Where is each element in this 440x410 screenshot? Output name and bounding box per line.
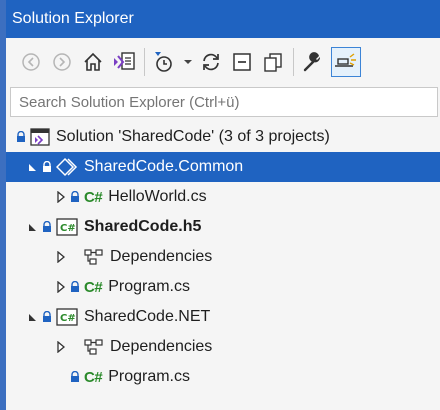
- lock-icon: [40, 221, 54, 233]
- dependencies-icon: [84, 249, 104, 265]
- tree-label: SharedCode.Common: [84, 158, 244, 175]
- tree-label: Program.cs: [108, 278, 190, 295]
- dependencies-icon: [84, 339, 104, 355]
- tree-label: Dependencies: [110, 338, 213, 355]
- forward-button[interactable]: [49, 47, 75, 77]
- tree-row-sharedcode-net[interactable]: C# SharedCode.NET: [6, 302, 440, 332]
- svg-text:C#: C#: [60, 313, 76, 324]
- tree-label: HelloWorld.cs: [108, 188, 207, 205]
- pending-changes-filter-icon: [155, 52, 172, 72]
- toolbar: [6, 42, 440, 82]
- toolbar-separator: [293, 48, 294, 76]
- lock-icon: [68, 281, 82, 293]
- tree-label: Dependencies: [110, 248, 213, 265]
- switch-views-icon: [114, 52, 135, 70]
- pending-changes-filter-button[interactable]: [151, 47, 177, 77]
- forward-icon: [53, 53, 71, 71]
- expand-arrow-icon[interactable]: [26, 312, 40, 322]
- expand-arrow-icon[interactable]: [26, 162, 40, 172]
- expand-arrow-icon[interactable]: [54, 281, 68, 293]
- tree-row-helloworld-cs[interactable]: C# HelloWorld.cs: [6, 182, 440, 212]
- collapse-all-icon: [233, 53, 251, 71]
- sync-icon: [203, 53, 219, 71]
- show-all-files-button[interactable]: [260, 47, 286, 77]
- svg-text:C#: C#: [60, 223, 76, 234]
- expand-arrow-icon[interactable]: [26, 222, 40, 232]
- title-bar: Solution Explorer: [6, 0, 440, 38]
- filter-dropdown-button[interactable]: [182, 47, 194, 77]
- preview-selected-items-icon: [335, 53, 356, 67]
- csharp-file-icon: C#: [84, 278, 103, 296]
- tree-label: SharedCode.NET: [84, 308, 211, 325]
- dropdown-arrow-icon: [184, 60, 192, 64]
- lock-icon: [68, 191, 82, 203]
- lock-icon: [40, 311, 54, 323]
- expand-arrow-icon[interactable]: [54, 191, 68, 203]
- properties-wrench-icon: [303, 52, 321, 72]
- home-button[interactable]: [80, 47, 106, 77]
- expand-arrow-icon[interactable]: [54, 341, 68, 353]
- tree-row-net-dependencies[interactable]: Dependencies: [6, 332, 440, 362]
- search-input[interactable]: [10, 87, 438, 117]
- solution-explorer-window: Solution Explorer Search Solution Explor…: [0, 0, 440, 410]
- expand-arrow-icon[interactable]: [54, 251, 68, 263]
- csharp-file-icon: C#: [84, 188, 103, 206]
- tree-row-net-program-cs[interactable]: C# Program.cs: [6, 362, 440, 392]
- lock-icon: [68, 371, 82, 383]
- lock-icon: [40, 161, 54, 173]
- tree-row-solution[interactable]: Solution 'SharedCode' (3 of 3 projects): [6, 122, 440, 152]
- collapse-all-button[interactable]: [229, 47, 255, 77]
- home-icon: [84, 52, 102, 71]
- tree-row-sharedcode-h5[interactable]: C# SharedCode.h5: [6, 212, 440, 242]
- csharp-project-icon: C#: [56, 308, 78, 326]
- toolbar-separator: [144, 48, 145, 76]
- preview-selected-items-button[interactable]: [331, 47, 361, 77]
- csharp-file-icon: C#: [84, 368, 103, 386]
- solution-icon: [30, 128, 50, 146]
- shared-project-icon: [56, 157, 78, 177]
- properties-button[interactable]: [300, 47, 326, 77]
- csharp-project-icon: C#: [56, 218, 78, 236]
- tree-row-h5-dependencies[interactable]: Dependencies: [6, 242, 440, 272]
- switch-views-button[interactable]: [111, 47, 137, 77]
- tree-label: SharedCode.h5: [84, 218, 202, 235]
- tree-label: Program.cs: [108, 368, 190, 385]
- tree-label: Solution 'SharedCode' (3 of 3 projects): [56, 128, 330, 145]
- tree-row-h5-program-cs[interactable]: C# Program.cs: [6, 272, 440, 302]
- back-button[interactable]: [18, 47, 44, 77]
- back-icon: [22, 53, 40, 71]
- window-title: Solution Explorer: [12, 10, 134, 27]
- lock-icon: [14, 131, 28, 143]
- show-all-files-icon: [264, 53, 282, 72]
- sync-button[interactable]: [198, 47, 224, 77]
- tree-row-sharedcode-common[interactable]: SharedCode.Common: [6, 152, 440, 182]
